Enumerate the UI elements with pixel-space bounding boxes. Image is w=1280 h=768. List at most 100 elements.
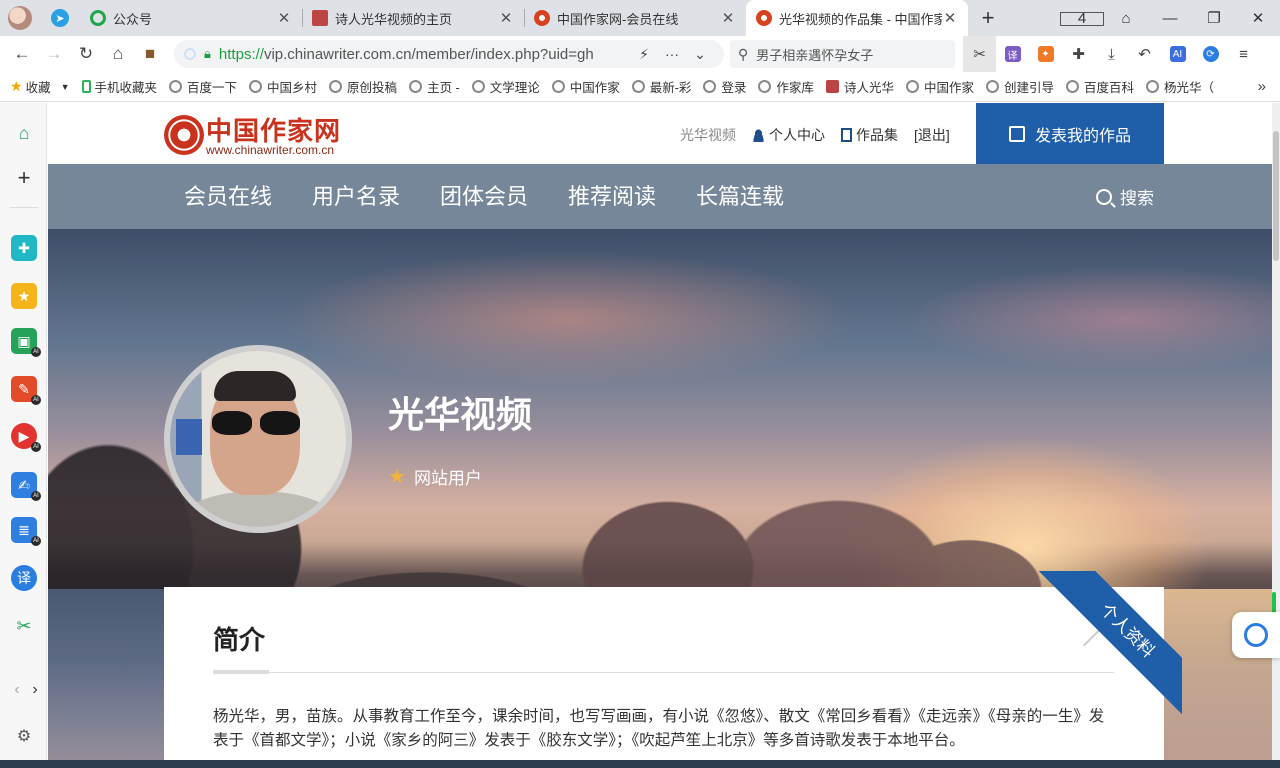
- scissors-icon[interactable]: ✂: [11, 613, 37, 639]
- write-ai-icon[interactable]: ✍ AI: [11, 472, 41, 501]
- bookmark-item[interactable]: 原创投稿: [329, 77, 397, 96]
- bookmark-item[interactable]: 登录: [703, 77, 746, 96]
- nav-search-label: 搜索: [1120, 189, 1154, 208]
- briefcase-icon[interactable]: ■: [134, 44, 166, 64]
- back-icon[interactable]: ←: [6, 44, 38, 64]
- bookmark-favorites[interactable]: ★ 收藏 ▼: [10, 77, 70, 96]
- bookmark-label: 收藏: [25, 81, 51, 95]
- publish-work-button[interactable]: 发表我的作品: [976, 103, 1164, 164]
- close-tab-icon[interactable]: ✕: [498, 9, 514, 27]
- pdf-ai-icon[interactable]: ✎ AI: [11, 376, 41, 405]
- tab-count-button[interactable]: 4: [1060, 10, 1104, 27]
- collection-link[interactable]: 作品集: [841, 125, 898, 145]
- main-nav: 会员在线 用户名录 团体会员 推荐阅读 长篇连载 搜索: [48, 164, 1272, 229]
- browser-profile-avatar[interactable]: [0, 0, 40, 36]
- page-scrollbar[interactable]: [1272, 103, 1280, 768]
- bookmark-item[interactable]: 文学理论: [471, 77, 540, 96]
- translate-icon[interactable]: 译: [11, 565, 37, 591]
- tab-member-online[interactable]: 中国作家网-会员在线 ✕: [524, 0, 746, 36]
- bookmark-item[interactable]: 诗人光华: [825, 77, 894, 96]
- bookmark-item[interactable]: 杨光华（: [1146, 77, 1214, 96]
- tab-gongzhonghao[interactable]: 公众号 ✕: [80, 0, 302, 36]
- home-icon[interactable]: ⌂: [102, 44, 134, 64]
- menu-icon[interactable]: ≡: [1227, 36, 1260, 72]
- document-ai-icon[interactable]: ≣ AI: [11, 517, 41, 546]
- bookmark-item[interactable]: 主页 -: [409, 77, 460, 96]
- bookmark-item[interactable]: 创建引导: [985, 77, 1054, 96]
- new-tab-button[interactable]: +: [968, 0, 1008, 36]
- image-ai-icon[interactable]: ▣ AI: [11, 328, 41, 357]
- refresh-ext-icon[interactable]: ⟳: [1194, 36, 1227, 72]
- bookmark-label: 百度一下: [187, 81, 238, 95]
- star-icon[interactable]: ★: [11, 283, 37, 309]
- globe-icon: [249, 80, 263, 93]
- globe-icon: [471, 80, 485, 93]
- nav-user-directory[interactable]: 用户名录: [312, 164, 400, 229]
- personal-center-link[interactable]: 个人中心: [752, 125, 825, 145]
- header-username[interactable]: 光华视频: [680, 125, 736, 145]
- close-tab-icon[interactable]: ✕: [720, 9, 736, 27]
- bookmark-item[interactable]: 百度一下: [169, 77, 237, 96]
- restore-button[interactable]: ❐: [1192, 9, 1236, 27]
- avatar[interactable]: [164, 345, 352, 533]
- globe-icon: [169, 80, 183, 93]
- publish-label: 发表我的作品: [1034, 127, 1131, 145]
- forward-icon[interactable]: →: [38, 44, 70, 64]
- caret-down-icon[interactable]: ▼: [61, 82, 70, 92]
- home-icon[interactable]: ⌂: [11, 120, 37, 146]
- fox-ext-icon[interactable]: ✦: [1029, 36, 1062, 72]
- bookmark-item[interactable]: 最新-彩: [631, 77, 691, 96]
- nav-search-button[interactable]: 搜索: [1096, 164, 1154, 229]
- search-text: 男子相亲遇怀孕女子: [756, 47, 874, 63]
- bookmark-item[interactable]: 中国乡村: [249, 77, 317, 96]
- bookmark-label: 诗人光华: [843, 81, 894, 95]
- site-info-icon[interactable]: [184, 48, 196, 60]
- site-logo[interactable]: 中国作家网 www.chinawriter.com.cn: [164, 111, 344, 157]
- tab-poet-homepage[interactable]: 诗人光华视频的主页 ✕: [302, 0, 524, 36]
- nav-recommended-reading[interactable]: 推荐阅读: [568, 164, 656, 229]
- lightning-icon[interactable]: ⚡︎: [630, 46, 658, 63]
- bookmark-item[interactable]: 作家库: [758, 77, 814, 96]
- intro-text: 杨光华，男，苗族。从事教育工作至今，课余时间，也写写画画，有小说《忽悠》、散文《…: [213, 708, 1105, 749]
- nav-group-members[interactable]: 团体会员: [440, 164, 528, 229]
- bookmark-label: 创建引导: [1003, 81, 1054, 95]
- site-header: 中国作家网 www.chinawriter.com.cn 光华视频 个人中心 作…: [48, 103, 1272, 164]
- medical-cross-icon[interactable]: ✚: [11, 235, 37, 261]
- translate-ext-icon[interactable]: 译: [996, 36, 1029, 72]
- shirt-icon[interactable]: ⌂: [1104, 10, 1148, 27]
- close-tab-icon[interactable]: ✕: [276, 9, 292, 27]
- close-tab-icon[interactable]: ✕: [942, 9, 958, 27]
- add-icon[interactable]: +: [11, 165, 37, 191]
- undo-icon[interactable]: ↶: [1128, 36, 1161, 72]
- logout-link[interactable]: [退出]: [914, 125, 950, 145]
- download-icon[interactable]: ⤓: [1095, 36, 1128, 72]
- bookmarks-overflow-icon[interactable]: »: [1258, 78, 1266, 95]
- chevron-right-icon[interactable]: ›: [22, 677, 48, 703]
- scrollbar-thumb[interactable]: [1273, 131, 1279, 261]
- bookmark-mobile[interactable]: 手机收藏夹: [81, 77, 157, 96]
- floating-assistant-button[interactable]: [1232, 612, 1280, 658]
- bookmark-item[interactable]: 中国作家: [551, 77, 620, 96]
- bookmark-item[interactable]: 百度百科: [1065, 77, 1134, 96]
- pinned-tab-telegram[interactable]: ➤: [40, 0, 80, 36]
- reload-icon[interactable]: ↻: [70, 44, 102, 64]
- close-window-button[interactable]: ✕: [1236, 9, 1280, 27]
- video-ai-icon[interactable]: ▶ AI: [11, 423, 41, 452]
- nav-serialized-novels[interactable]: 长篇连载: [696, 164, 784, 229]
- settings-gear-icon[interactable]: ⚙: [11, 723, 37, 749]
- phone-icon: [81, 80, 91, 93]
- puzzle-icon[interactable]: ✚: [1062, 36, 1095, 72]
- nav-member-online[interactable]: 会员在线: [184, 164, 272, 229]
- header-links: 光华视频 个人中心 作品集 [退出]: [680, 125, 966, 145]
- search-box[interactable]: ⚲ 男子相亲遇怀孕女子: [730, 40, 955, 68]
- more-icon[interactable]: ···: [658, 46, 686, 62]
- minimize-button[interactable]: —: [1148, 10, 1192, 27]
- bookmark-item[interactable]: 中国作家: [905, 77, 974, 96]
- tab-collection-active[interactable]: 光华视频的作品集 - 中国作家 ✕: [746, 0, 968, 36]
- scissors-icon[interactable]: ✂: [963, 36, 996, 72]
- chevron-down-icon[interactable]: ⌄: [686, 46, 714, 63]
- tab-title: 光华视频的作品集 - 中国作家: [779, 11, 942, 27]
- url-field[interactable]: 🔒︎ https://vip.chinawriter.com.cn/member…: [174, 40, 724, 68]
- address-toolbar: ← → ↻ ⌂ ■ 🔒︎ https://vip.chinawriter.com…: [0, 36, 1280, 72]
- ai-ext-icon[interactable]: AI: [1161, 36, 1194, 72]
